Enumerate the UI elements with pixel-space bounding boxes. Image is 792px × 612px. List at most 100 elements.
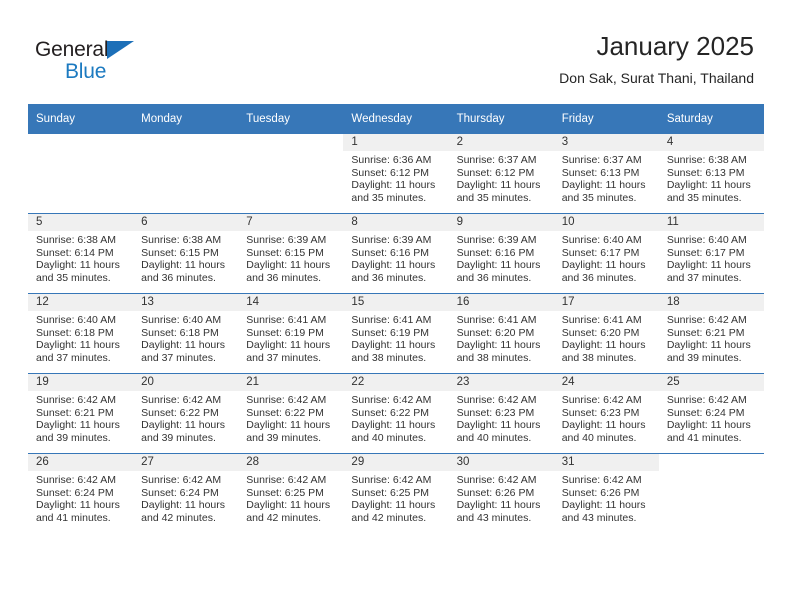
daylight-duration-line1: Daylight: 11 hours (36, 419, 120, 432)
day-cell-content[interactable]: 18 Sunrise: 6:42 AM Sunset: 6:21 PM Dayligh… (658, 294, 764, 373)
calendar-day-cell: 11 Sunrise: 6:40 AM Sunset: 6:17 PM Dayligh… (658, 213, 764, 294)
daylight-duration-line2: and 37 minutes. (666, 271, 742, 284)
daylight-duration-line1: Daylight: 11 hours (351, 499, 436, 512)
daylight-duration-line1: Daylight: 11 hours (36, 259, 120, 272)
calendar-day-cell: 20 Sunrise: 6:42 AM Sunset: 6:22 PM Dayligh… (133, 373, 239, 454)
calendar-day-cell: 22 Sunrise: 6:42 AM Sunset: 6:22 PM Dayligh… (343, 373, 449, 454)
day-cell-content[interactable]: 17 Sunrise: 6:41 AM Sunset: 6:20 PM Dayligh… (553, 294, 659, 373)
day-cell-content[interactable]: 21 Sunrise: 6:42 AM Sunset: 6:22 PM Dayligh… (238, 374, 344, 453)
day-cell-content[interactable]: 19 Sunrise: 6:42 AM Sunset: 6:21 PM Dayligh… (28, 374, 134, 453)
day-number: 25 (658, 374, 764, 391)
calendar-day-cell: 10 Sunrise: 6:40 AM Sunset: 6:17 PM Dayligh… (553, 213, 659, 294)
logo-top-row: General (35, 38, 235, 62)
sunrise-time: Sunrise: 6:37 AM (561, 154, 642, 166)
daylight-duration-line2: and 39 minutes. (36, 431, 111, 444)
day-cell-content[interactable]: 7 Sunrise: 6:39 AM Sunset: 6:15 PM Daylight… (238, 214, 344, 293)
day-sun-info: Sunrise: 6:42 AM Sunset: 6:24 PM Daylight:… (659, 391, 764, 444)
sunset-time: Sunset: 6:23 PM (561, 406, 640, 419)
page-title: January 2025 (596, 31, 754, 61)
calendar-day-cell: 1 Sunrise: 6:36 AM Sunset: 6:12 PM Daylight… (343, 134, 449, 214)
day-cell-content[interactable]: 6 Sunrise: 6:38 AM Sunset: 6:15 PM Daylight… (133, 214, 239, 293)
day-cell-content[interactable]: 3 Sunrise: 6:37 AM Sunset: 6:13 PM Daylight… (553, 134, 659, 213)
day-cell-content[interactable]: 26 Sunrise: 6:42 AM Sunset: 6:24 PM Dayligh… (28, 454, 134, 533)
daylight-duration-line1: Daylight: 11 hours (561, 419, 646, 432)
day-cell-content[interactable]: 4 Sunrise: 6:38 AM Sunset: 6:13 PM Daylight… (658, 134, 764, 213)
daylight-duration-line2: and 35 minutes. (36, 271, 111, 284)
day-cell-content[interactable]: 27 Sunrise: 6:42 AM Sunset: 6:24 PM Dayligh… (133, 454, 239, 533)
logo-triangle-icon (107, 41, 135, 60)
sunrise-time: Sunrise: 6:42 AM (36, 474, 116, 486)
day-sun-info: Sunrise: 6:42 AM Sunset: 6:22 PM Daylight:… (343, 391, 448, 444)
daylight-duration-line1: Daylight: 11 hours (456, 179, 541, 192)
daylight-duration-line2: and 38 minutes. (561, 351, 637, 364)
day-cell-content[interactable]: 28 Sunrise: 6:42 AM Sunset: 6:25 PM Dayligh… (238, 454, 344, 533)
calendar-page: General Blue January 2025 Don Sak, Surat… (0, 0, 792, 612)
day-number: 12 (28, 294, 134, 311)
day-cell-content[interactable]: 29 Sunrise: 6:42 AM Sunset: 6:25 PM Dayligh… (343, 454, 449, 533)
day-number: 1 (343, 134, 449, 151)
day-cell-content[interactable]: 9 Sunrise: 6:39 AM Sunset: 6:16 PM Daylight… (448, 214, 554, 293)
daylight-duration-line1: Daylight: 11 hours (246, 259, 331, 272)
sunrise-time: Sunrise: 6:38 AM (141, 234, 222, 246)
daylight-duration-line2: and 39 minutes. (666, 351, 742, 364)
day-cell-content[interactable]: 22 Sunrise: 6:42 AM Sunset: 6:22 PM Dayligh… (343, 374, 449, 453)
sunset-time: Sunset: 6:25 PM (246, 486, 324, 499)
daylight-duration-line1: Daylight: 11 hours (141, 339, 225, 352)
day-number: 19 (28, 374, 134, 391)
sunset-time: Sunset: 6:25 PM (351, 486, 430, 499)
day-number: 17 (553, 294, 659, 311)
day-sun-info: Sunrise: 6:37 AM Sunset: 6:12 PM Daylight:… (449, 151, 554, 204)
calendar-day-cell: 24 Sunrise: 6:42 AM Sunset: 6:23 PM Dayligh… (553, 373, 659, 454)
day-cell-content[interactable]: 1 Sunrise: 6:36 AM Sunset: 6:12 PM Daylight… (343, 134, 449, 213)
day-cell-content[interactable]: 15 Sunrise: 6:41 AM Sunset: 6:19 PM Dayligh… (343, 294, 449, 373)
daylight-duration-line2: and 35 minutes. (456, 191, 532, 204)
weekday-header-friday: Friday (553, 104, 659, 134)
day-cell-content[interactable]: 14 Sunrise: 6:41 AM Sunset: 6:19 PM Dayligh… (238, 294, 344, 373)
daylight-duration-line1: Daylight: 11 hours (561, 179, 646, 192)
calendar-week-row: 1 Sunrise: 6:36 AM Sunset: 6:12 PM Daylight… (28, 134, 764, 214)
day-number: 3 (553, 134, 659, 151)
daylight-duration-line1: Daylight: 11 hours (36, 499, 120, 512)
day-cell-content[interactable]: 5 Sunrise: 6:38 AM Sunset: 6:14 PM Daylight… (28, 214, 134, 293)
daylight-duration-line1: Daylight: 11 hours (351, 179, 436, 192)
day-cell-content[interactable]: 25 Sunrise: 6:42 AM Sunset: 6:24 PM Dayligh… (658, 374, 764, 453)
calendar-week-row: 26 Sunrise: 6:42 AM Sunset: 6:24 PM Dayligh… (28, 453, 764, 533)
day-cell-content[interactable]: 24 Sunrise: 6:42 AM Sunset: 6:23 PM Dayligh… (553, 374, 659, 453)
sunset-time: Sunset: 6:20 PM (456, 326, 535, 339)
day-cell-empty (133, 134, 238, 213)
day-cell-content[interactable]: 20 Sunrise: 6:42 AM Sunset: 6:22 PM Dayligh… (133, 374, 239, 453)
day-cell-content[interactable]: 13 Sunrise: 6:40 AM Sunset: 6:18 PM Dayligh… (133, 294, 239, 373)
sunrise-time: Sunrise: 6:42 AM (141, 474, 222, 486)
sunset-time: Sunset: 6:24 PM (666, 406, 745, 419)
sunrise-time: Sunrise: 6:41 AM (246, 314, 327, 326)
day-number: 14 (238, 294, 344, 311)
day-sun-info: Sunrise: 6:39 AM Sunset: 6:16 PM Daylight:… (343, 231, 448, 284)
day-cell-content[interactable]: 31 Sunrise: 6:42 AM Sunset: 6:26 PM Dayligh… (553, 454, 659, 533)
day-cell-content[interactable]: 10 Sunrise: 6:40 AM Sunset: 6:17 PM Dayligh… (553, 214, 659, 293)
day-sun-info: Sunrise: 6:40 AM Sunset: 6:18 PM Daylight:… (28, 311, 133, 364)
generalblue-logo[interactable]: General Blue (35, 38, 235, 86)
sunrise-time: Sunrise: 6:42 AM (246, 394, 327, 406)
day-cell-content[interactable]: 11 Sunrise: 6:40 AM Sunset: 6:17 PM Dayligh… (658, 214, 764, 293)
day-cell-content[interactable]: 12 Sunrise: 6:40 AM Sunset: 6:18 PM Dayligh… (28, 294, 134, 373)
daylight-duration-line2: and 40 minutes. (351, 431, 427, 444)
day-cell-content[interactable]: 30 Sunrise: 6:42 AM Sunset: 6:26 PM Dayligh… (448, 454, 554, 533)
sunset-time: Sunset: 6:20 PM (561, 326, 640, 339)
logo-text-blue: Blue (65, 60, 107, 83)
sunrise-time: Sunrise: 6:40 AM (36, 314, 116, 326)
sunset-time: Sunset: 6:15 PM (246, 246, 324, 259)
sunrise-time: Sunrise: 6:38 AM (36, 234, 116, 246)
sunset-time: Sunset: 6:24 PM (141, 486, 219, 499)
day-cell-content[interactable]: 16 Sunrise: 6:41 AM Sunset: 6:20 PM Dayligh… (448, 294, 554, 373)
sunset-time: Sunset: 6:16 PM (351, 246, 430, 259)
day-cell-content[interactable]: 2 Sunrise: 6:37 AM Sunset: 6:12 PM Daylight… (448, 134, 554, 213)
day-sun-info: Sunrise: 6:42 AM Sunset: 6:23 PM Daylight:… (554, 391, 659, 444)
sunset-time: Sunset: 6:22 PM (351, 406, 430, 419)
day-cell-content[interactable]: 23 Sunrise: 6:42 AM Sunset: 6:23 PM Dayligh… (448, 374, 554, 453)
day-number: 28 (238, 454, 344, 471)
daylight-duration-line2: and 35 minutes. (666, 191, 742, 204)
day-cell-empty (28, 134, 133, 213)
day-cell-content[interactable]: 8 Sunrise: 6:39 AM Sunset: 6:16 PM Daylight… (343, 214, 449, 293)
day-number: 29 (343, 454, 449, 471)
day-number: 31 (553, 454, 659, 471)
